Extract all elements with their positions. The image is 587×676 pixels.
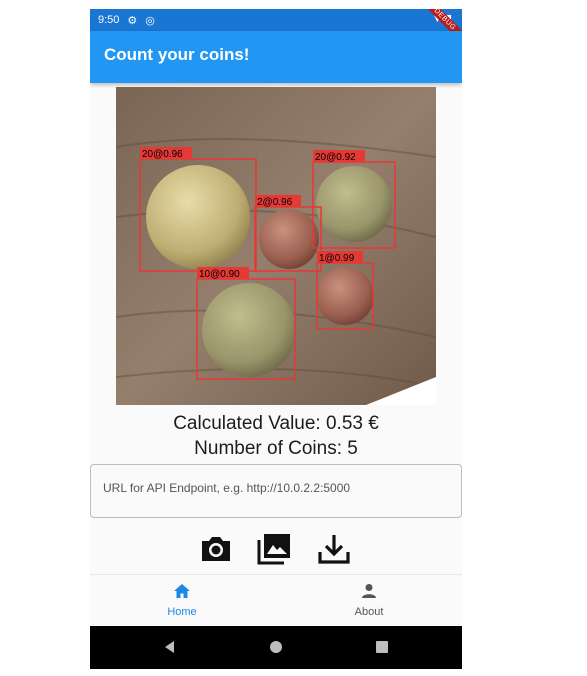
phone-screen: 9:50 ⚙ ◎ ▼ ▮ DEBUG Count your coins! bbox=[90, 9, 462, 669]
camera-icon bbox=[202, 537, 230, 561]
detection-label: 10@0.90 bbox=[199, 269, 240, 280]
download-icon bbox=[318, 535, 350, 564]
at-sign-icon: ◎ bbox=[145, 14, 155, 27]
coin-photo-svg: 20@0.96 2@0.96 20@0.92 10@0.90 1@0.99 bbox=[116, 87, 436, 405]
detection-label: 1@0.99 bbox=[319, 253, 355, 264]
coin-2-cent bbox=[259, 209, 319, 269]
coin-photo: 20@0.96 2@0.96 20@0.92 10@0.90 1@0.99 bbox=[116, 87, 436, 405]
detection-label: 20@0.96 bbox=[142, 149, 183, 160]
gallery-icon bbox=[257, 534, 290, 565]
nav-home-label: Home bbox=[167, 606, 197, 618]
bottom-navigation: Home About bbox=[90, 574, 462, 627]
status-time: 9:50 bbox=[98, 14, 120, 26]
coin-20-cent-1 bbox=[146, 165, 250, 269]
coin-20-cent-2 bbox=[316, 166, 392, 242]
status-bar: 9:50 ⚙ ◎ ▼ ▮ DEBUG bbox=[90, 9, 462, 48]
coin-count-text: Number of Coins: 5 bbox=[194, 438, 358, 459]
coin-1-cent bbox=[316, 267, 374, 325]
gallery-button[interactable] bbox=[255, 531, 293, 567]
coin-10-cent bbox=[202, 283, 296, 377]
app-bar: Count your coins! bbox=[90, 31, 462, 83]
detection-label: 2@0.96 bbox=[257, 197, 293, 208]
home-icon bbox=[174, 584, 190, 598]
person-icon bbox=[362, 584, 376, 598]
back-icon[interactable] bbox=[160, 637, 180, 657]
system-navigation-bar bbox=[90, 626, 462, 669]
app-title: Count your coins! bbox=[104, 45, 250, 64]
nav-home[interactable]: Home bbox=[127, 583, 237, 618]
camera-button[interactable] bbox=[197, 531, 235, 567]
detection-label: 20@0.92 bbox=[315, 152, 356, 163]
nav-about[interactable]: About bbox=[314, 583, 424, 618]
download-button[interactable] bbox=[315, 531, 353, 567]
action-toolbar bbox=[197, 531, 357, 567]
nav-about-label: About bbox=[354, 606, 384, 618]
home-circle-icon[interactable] bbox=[266, 637, 286, 657]
api-url-field[interactable] bbox=[90, 464, 462, 518]
results-panel: Calculated Value: 0.53 € Number of Coins… bbox=[90, 411, 462, 461]
gear-icon: ⚙ bbox=[127, 14, 138, 27]
api-url-input[interactable] bbox=[101, 480, 445, 496]
recents-icon[interactable] bbox=[372, 637, 392, 657]
calculated-value-text: Calculated Value: 0.53 € bbox=[173, 413, 379, 434]
